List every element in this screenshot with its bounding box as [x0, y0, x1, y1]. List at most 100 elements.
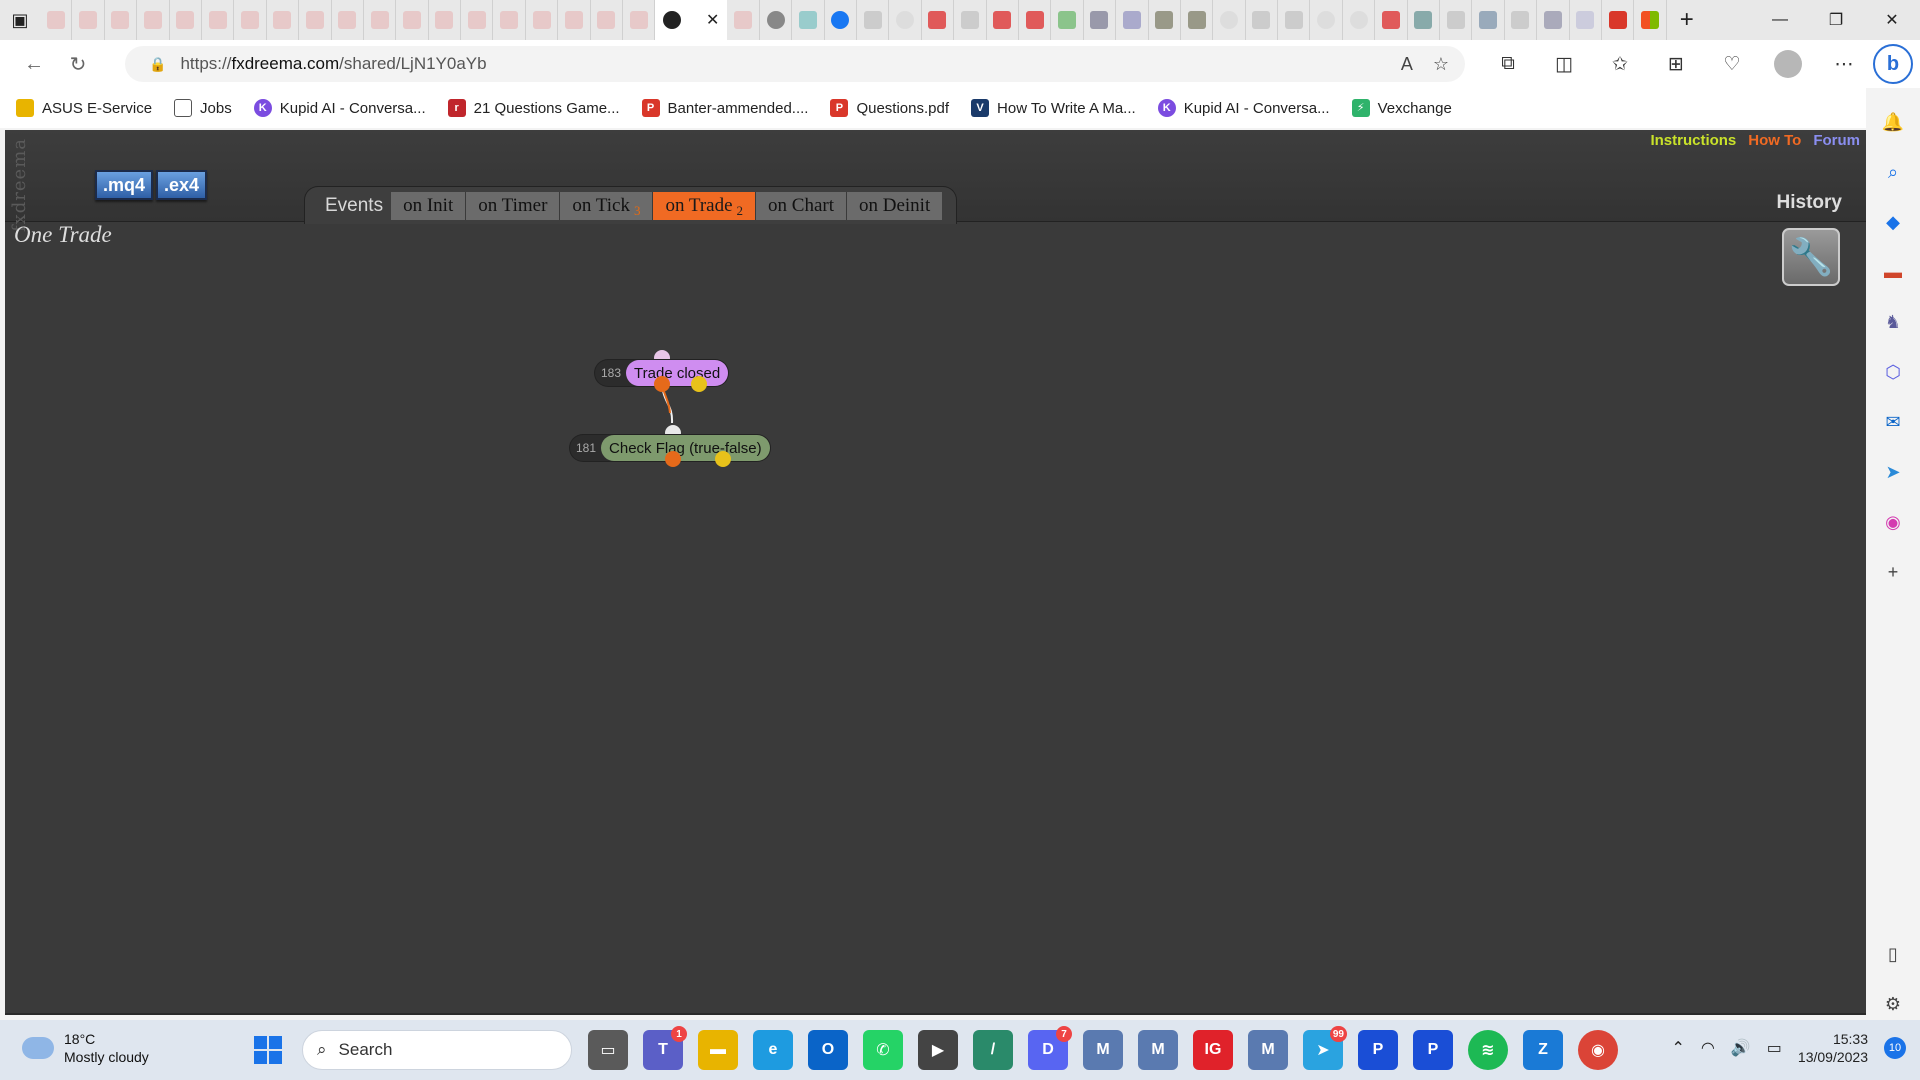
chevron-up-icon[interactable]: ⌃ — [1672, 1038, 1685, 1058]
bookmark-item[interactable]: K Kupid AI - Conversa... — [1157, 99, 1330, 117]
search-icon[interactable]: ⌕ — [1877, 156, 1909, 188]
browser-tab[interactable] — [889, 0, 922, 40]
browser-tab[interactable] — [461, 0, 494, 40]
browser-tab[interactable] — [727, 0, 760, 40]
browser-tab[interactable] — [987, 0, 1019, 40]
bookmark-item[interactable]: P Banter-ammended.... — [641, 99, 808, 117]
bookmark-item[interactable]: ASUS E-Service — [16, 99, 152, 117]
whatsapp-icon[interactable]: ✆ — [863, 1030, 903, 1070]
p-app-icon[interactable]: P — [1358, 1030, 1398, 1070]
browser-tab-active[interactable]: ✕ — [655, 0, 728, 40]
bookmark-item[interactable]: Jobs — [174, 99, 232, 117]
tab-on-init[interactable]: on Init — [391, 191, 467, 220]
discord-icon[interactable]: D7 — [1028, 1026, 1072, 1070]
file-explorer-icon[interactable]: ▬ — [698, 1030, 738, 1070]
browser-tab[interactable] — [1310, 0, 1343, 40]
browser-tab[interactable] — [792, 0, 825, 40]
bookmark-item[interactable]: r 21 Questions Game... — [447, 99, 620, 117]
hide-sidebar-icon[interactable]: ▯ — [1877, 938, 1909, 970]
tab-on-deinit[interactable]: on Deinit — [846, 191, 943, 220]
new-tab-button[interactable]: + — [1667, 0, 1707, 40]
profile-avatar[interactable] — [1774, 50, 1802, 78]
notes-app-icon[interactable]: / — [973, 1030, 1013, 1070]
browser-tab[interactable] — [396, 0, 429, 40]
settings-gear-icon[interactable]: ⚙ — [1877, 988, 1909, 1020]
browser-tab[interactable] — [954, 0, 987, 40]
metatrader-icon-3[interactable]: M — [1248, 1030, 1288, 1070]
split-screen-icon[interactable]: ◫ — [1536, 40, 1592, 88]
p-app-icon-2[interactable]: P — [1413, 1030, 1453, 1070]
weather-widget[interactable]: 18°C Mostly cloudy — [22, 1030, 149, 1066]
browser-tab[interactable] — [105, 0, 138, 40]
tab-actions-icon[interactable]: ▣ — [0, 0, 40, 40]
forum-link[interactable]: Forum — [1813, 132, 1860, 149]
collections-icon[interactable]: ⊞ — [1648, 40, 1704, 88]
browser-tab[interactable] — [1570, 0, 1602, 40]
browser-tab[interactable] — [202, 0, 235, 40]
shopping-tag-icon[interactable]: ◆ — [1877, 206, 1909, 238]
battery-icon[interactable]: ▭ — [1767, 1038, 1782, 1058]
browser-tab[interactable] — [591, 0, 624, 40]
browser-tab[interactable] — [623, 0, 656, 40]
edge-icon[interactable]: e — [753, 1030, 793, 1070]
back-icon[interactable]: ← — [12, 42, 56, 86]
teams-icon[interactable]: T1 — [643, 1026, 687, 1070]
outlook-icon[interactable]: O — [808, 1030, 848, 1070]
browser-tab[interactable] — [922, 0, 955, 40]
browser-tab[interactable] — [1343, 0, 1376, 40]
browser-tab[interactable] — [1051, 0, 1084, 40]
extensions-icon[interactable]: ⧉ — [1480, 40, 1536, 88]
taskbar-search[interactable]: ⌕ Search — [302, 1030, 572, 1070]
ig-icon[interactable]: IG — [1193, 1030, 1233, 1070]
browser-tab[interactable] — [1149, 0, 1181, 40]
media-player-icon[interactable]: ▶ — [918, 1030, 958, 1070]
close-tab-icon[interactable]: ✕ — [706, 10, 719, 30]
tab-on-chart[interactable]: on Chart — [756, 191, 847, 220]
browser-tab[interactable] — [40, 0, 73, 40]
browser-tab[interactable] — [1278, 0, 1311, 40]
restore-icon[interactable]: ❐ — [1808, 0, 1864, 40]
tools-icon[interactable]: ▬ — [1877, 256, 1909, 288]
tab-on-tick[interactable]: on Tick 3 — [560, 191, 654, 220]
bookmark-item[interactable]: ⚡ Vexchange — [1351, 99, 1452, 117]
favorite-star-icon[interactable]: ☆ — [1433, 54, 1449, 75]
metatrader-icon-2[interactable]: M — [1138, 1030, 1178, 1070]
copilot-icon[interactable]: b — [1873, 44, 1913, 84]
browser-tab[interactable] — [558, 0, 591, 40]
bookmark-item[interactable]: P Questions.pdf — [830, 99, 949, 117]
read-aloud-icon[interactable]: A — [1401, 54, 1413, 75]
browser-tab[interactable] — [1634, 0, 1667, 40]
outlook-icon[interactable]: ✉ — [1877, 406, 1909, 438]
download-mq4-button[interactable]: .mq4 — [95, 170, 154, 200]
browser-tab[interactable] — [267, 0, 300, 40]
output-connector-yellow[interactable] — [715, 451, 731, 467]
refresh-icon[interactable]: ↻ — [56, 42, 100, 86]
block-canvas[interactable]: 183 Trade closed 181 Check Flag (true-fa… — [5, 223, 1866, 1013]
output-connector-orange[interactable] — [654, 376, 670, 392]
chrome-icon[interactable]: ◉ — [1578, 1030, 1618, 1070]
browser-tab[interactable] — [760, 0, 793, 40]
browser-tab[interactable] — [493, 0, 526, 40]
browser-tab[interactable] — [1537, 0, 1570, 40]
url-field[interactable]: 🔒 https://fxdreema.com/shared/LjN1Y0aYb … — [125, 46, 1465, 82]
close-window-icon[interactable]: ✕ — [1864, 0, 1920, 40]
history-link[interactable]: History — [1777, 192, 1842, 214]
browser-tab[interactable] — [1408, 0, 1441, 40]
wifi-icon[interactable]: ◠ — [1701, 1038, 1715, 1058]
browser-tab[interactable] — [170, 0, 202, 40]
favorites-icon[interactable]: ✩ — [1592, 40, 1648, 88]
output-connector-orange[interactable] — [665, 451, 681, 467]
browser-tab[interactable] — [1440, 0, 1473, 40]
output-connector-yellow[interactable] — [691, 376, 707, 392]
browser-tab[interactable] — [1375, 0, 1408, 40]
browser-tab[interactable] — [1084, 0, 1117, 40]
browser-tab[interactable] — [299, 0, 332, 40]
browser-tab[interactable] — [1019, 0, 1052, 40]
lock-icon[interactable]: 🔒 — [149, 56, 166, 73]
browser-tab[interactable] — [1213, 0, 1246, 40]
howto-link[interactable]: How To — [1748, 132, 1801, 149]
browser-tab[interactable] — [1181, 0, 1214, 40]
browser-tab[interactable] — [1116, 0, 1149, 40]
browser-tab[interactable] — [1472, 0, 1505, 40]
browser-tab[interactable] — [857, 0, 890, 40]
